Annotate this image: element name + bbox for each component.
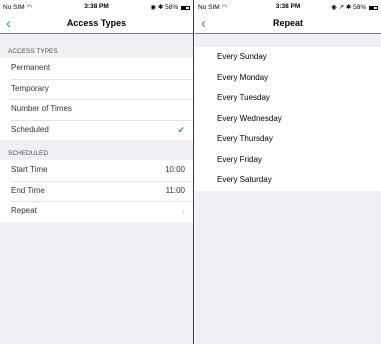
access-type-scheduled[interactable]: Scheduled ✔ — [0, 119, 193, 141]
location-icon: ◉ — [331, 4, 337, 11]
end-time-value: 11:00 — [165, 185, 185, 195]
repeat-day-label: Every Saturday — [217, 175, 272, 184]
scheduled-header: SCHEDULED — [8, 150, 49, 157]
repeat-day-label: Every Wednesday — [217, 113, 282, 123]
access-type-permanent[interactable]: Permanent — [0, 58, 193, 79]
access-type-label: Scheduled — [11, 124, 49, 134]
chevron-right-icon: › — [182, 206, 185, 216]
checkmark-icon: ✔ — [177, 124, 185, 135]
repeat-day-label: Every Tuesday — [217, 93, 270, 102]
repeat-day-label: Every Friday — [217, 154, 262, 164]
repeat-day-monday[interactable]: Every Monday — [195, 68, 381, 89]
repeat-day-friday[interactable]: Every Friday — [195, 150, 381, 171]
repeat-day-tuesday[interactable]: Every Tuesday — [195, 88, 381, 109]
access-types-header: ACCESS TYPES — [8, 48, 58, 55]
access-type-label: Temporary — [11, 83, 49, 93]
start-time-row[interactable]: Start Time 10:00 — [0, 160, 193, 181]
end-time-label: End Time — [11, 185, 45, 195]
scheduled-list: Start Time 10:00 End Time 11:00 Repeat › — [0, 160, 193, 222]
repeat-day-sunday[interactable]: Every Sunday — [195, 47, 381, 68]
access-type-number-of-times[interactable]: Number of Times — [0, 99, 193, 120]
access-type-label: Number of Times — [11, 104, 72, 113]
status-bar: No SIM ◠ 3:38 PM ◉ ↗ ✱ 58% — [195, 0, 381, 14]
start-time-value: 10:00 — [164, 165, 185, 174]
location-icon: ◉ — [150, 4, 157, 11]
nav-bar: ‹ Repeat — [195, 14, 381, 34]
repeat-row[interactable]: Repeat › — [0, 201, 193, 222]
access-type-label: Permanent — [11, 63, 51, 72]
battery-icon — [369, 6, 378, 10]
repeat-screen: No SIM ◠ 3:38 PM ◉ ↗ ✱ 58% ‹ Repeat Ever… — [195, 0, 381, 344]
bluetooth-icon: ✱ — [157, 4, 164, 11]
battery-percent: 58% — [165, 4, 179, 11]
access-types-screen: No SIM ◠ 3:38 PM ◉ ✱ 58% ‹ Access Types … — [0, 0, 194, 344]
repeat-day-label: Every Sunday — [217, 52, 267, 61]
repeat-day-wednesday[interactable]: Every Wednesday — [195, 109, 381, 130]
start-time-label: Start Time — [11, 165, 48, 174]
repeat-label: Repeat — [11, 206, 37, 215]
end-time-row[interactable]: End Time 11:00 — [0, 180, 193, 202]
battery-percent: 58% — [353, 4, 367, 11]
bluetooth-icon: ✱ — [345, 4, 352, 11]
repeat-day-label: Every Monday — [217, 72, 269, 82]
repeat-day-saturday[interactable]: Every Saturday — [195, 170, 381, 191]
navigation-arrow-icon: ↗ — [338, 4, 345, 11]
repeat-day-label: Every Thursday — [217, 134, 273, 143]
status-bar: No SIM ◠ 3:38 PM ◉ ✱ 58% — [0, 0, 193, 14]
page-title: Access Types — [66, 18, 127, 28]
access-types-list: Permanent Temporary Number of Times Sche… — [0, 58, 193, 140]
access-type-temporary[interactable]: Temporary — [0, 78, 193, 100]
repeat-day-thursday[interactable]: Every Thursday — [195, 129, 381, 150]
page-title: Repeat — [272, 18, 303, 28]
battery-icon — [181, 6, 190, 10]
repeat-days-list: Every Sunday Every Monday Every Tuesday … — [195, 47, 381, 191]
nav-bar: ‹ Access Types — [0, 14, 193, 34]
